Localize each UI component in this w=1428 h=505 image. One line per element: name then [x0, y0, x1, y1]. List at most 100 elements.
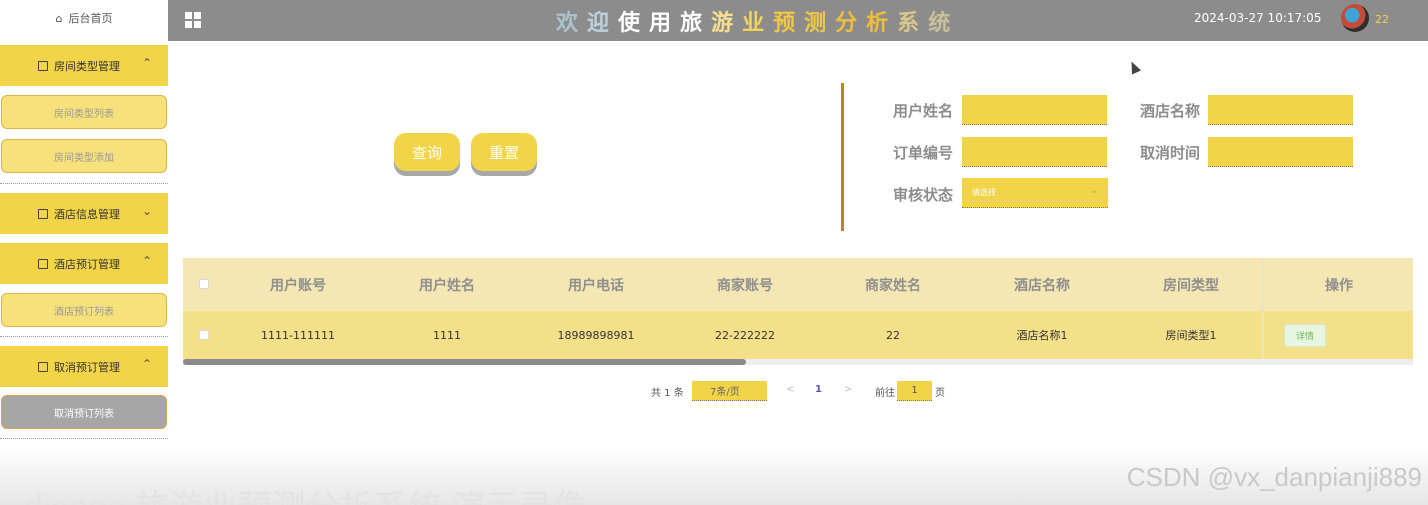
- sidebar-group-hotel-booking[interactable]: 酒店预订管理 ⌃: [0, 243, 168, 284]
- reset-button[interactable]: 重置: [471, 133, 537, 171]
- audit-status-label: 审核状态: [893, 186, 954, 204]
- page-size-value: 7条/页: [710, 387, 740, 398]
- user-name-label: 用户姓名: [893, 102, 954, 120]
- user-name-input[interactable]: [962, 95, 1107, 125]
- top-header: 欢迎使用旅游业预测分析系统 2024-03-27 10:17:05 22: [168, 0, 1428, 41]
- grid-menu-icon[interactable]: [185, 12, 201, 28]
- title-char: 统: [928, 11, 952, 36]
- chevron-up-icon: ⌃: [141, 357, 152, 371]
- select-all-checkbox[interactable]: [199, 279, 209, 289]
- sidebar-group-label: 酒店信息管理: [54, 207, 120, 221]
- order-no-label: 订单编号: [893, 144, 954, 162]
- datetime-display: 2024-03-27 10:17:05: [1194, 11, 1322, 25]
- sidebar-item-label: 取消预订列表: [54, 408, 114, 420]
- query-button[interactable]: 查询: [394, 133, 460, 171]
- sidebar-item-label: 酒店预订列表: [54, 306, 114, 318]
- horizontal-scrollbar[interactable]: [183, 359, 1413, 365]
- cell-user-name: 1111: [433, 328, 461, 342]
- sidebar-item-room-type-add[interactable]: 房间类型添加: [1, 139, 167, 173]
- app-root: ⌂ 后台首页 欢迎使用旅游业预测分析系统 2024-03-27 10:17:05…: [0, 0, 1428, 505]
- order-no-input[interactable]: [962, 137, 1107, 167]
- hotel-name-label: 酒店名称: [1140, 102, 1201, 120]
- title-char: 欢: [556, 11, 580, 36]
- title-char: 用: [649, 11, 673, 36]
- home-icon: ⌂: [55, 11, 63, 25]
- cancel-time-input[interactable]: [1208, 137, 1353, 167]
- sidebar-divider: [0, 183, 168, 184]
- cell-hotel-name: 酒店名称1: [1016, 329, 1068, 342]
- sidebar-group-label: 酒店预订管理: [54, 257, 120, 271]
- title-char: 系: [897, 11, 921, 36]
- fixed-column-divider: [1262, 258, 1264, 359]
- cell-merchant-name: 22: [886, 328, 900, 342]
- audit-status-select[interactable]: 请选择 ⌄: [962, 178, 1108, 208]
- chevron-up-icon: ⌃: [141, 254, 152, 268]
- sidebar-group-label: 房间类型管理: [54, 59, 120, 73]
- sidebar-group-hotel-info[interactable]: 酒店信息管理 ⌄: [0, 193, 168, 234]
- col-header: 房间类型: [1163, 277, 1219, 294]
- title-char: 预: [773, 11, 797, 36]
- audit-status-placeholder: 请选择: [972, 188, 996, 197]
- sidebar-item-label: 房间类型添加: [54, 152, 114, 164]
- sidebar-divider: [0, 438, 168, 439]
- table-header: 用户账号 用户姓名 用户电话 商家账号 商家姓名 酒店名称 房间类型 操作: [183, 258, 1413, 311]
- sidebar-group-room-type[interactable]: 房间类型管理 ⌃: [0, 45, 168, 86]
- sidebar-group-cancel-booking[interactable]: 取消预订管理 ⌃: [0, 346, 168, 387]
- col-header: 操作: [1325, 277, 1353, 294]
- col-header: 用户姓名: [419, 277, 475, 294]
- title-char: 游: [711, 11, 735, 36]
- table-row: 1111-111111 1111 18989898981 22-222222 2…: [183, 311, 1413, 359]
- video-caption: django 旅游业预测分析系统 演示录像: [24, 480, 587, 505]
- title-char: 分: [835, 11, 859, 36]
- col-header: 商家账号: [717, 277, 773, 294]
- title-char: 旅: [680, 11, 704, 36]
- cell-user-account: 1111-111111: [261, 328, 335, 342]
- scrollbar-thumb[interactable]: [183, 359, 746, 365]
- chevron-down-icon: ⌄: [141, 204, 152, 218]
- col-header: 商家姓名: [865, 277, 921, 294]
- sidebar-item-hotel-booking-list[interactable]: 酒店预订列表: [1, 293, 167, 327]
- cell-merchant-account: 22-222222: [715, 328, 775, 342]
- row-checkbox[interactable]: [199, 330, 209, 340]
- cell-room-type: 房间类型1: [1165, 329, 1217, 342]
- search-divider: [841, 83, 844, 231]
- edit-icon: [38, 60, 48, 71]
- chevron-down-icon: ⌄: [1090, 186, 1098, 196]
- edit-icon: [38, 258, 48, 269]
- page-number-current[interactable]: 1: [815, 384, 822, 395]
- goto-page-input[interactable]: 1: [897, 381, 932, 401]
- username-label[interactable]: 22: [1375, 13, 1389, 26]
- detail-button[interactable]: 详情: [1284, 323, 1326, 347]
- sidebar-divider: [0, 336, 168, 337]
- sidebar-group-label: 取消预订管理: [54, 360, 120, 374]
- page-unit-label: 页: [935, 388, 945, 399]
- title-char: 业: [742, 11, 766, 36]
- sidebar-item-room-type-list[interactable]: 房间类型列表: [1, 95, 167, 129]
- watermark: CSDN @vx_danpianji889: [1126, 462, 1422, 492]
- system-title: 欢迎使用旅游业预测分析系统: [556, 5, 952, 36]
- title-char: 析: [866, 11, 890, 36]
- user-avatar[interactable]: [1341, 4, 1369, 32]
- sidebar: 房间类型管理 ⌃ 房间类型列表 房间类型添加 酒店信息管理 ⌄ 酒店预订管理 ⌃…: [0, 41, 168, 441]
- col-header: 用户账号: [270, 277, 326, 294]
- title-char: 迎: [587, 11, 611, 36]
- cell-user-phone: 18989898981: [557, 328, 635, 342]
- title-char: 测: [804, 11, 828, 36]
- sidebar-item-label: 房间类型列表: [54, 108, 114, 120]
- edit-icon: [38, 361, 48, 372]
- mouse-cursor-icon: [1126, 59, 1142, 75]
- pagination-total: 共 1 条: [651, 388, 684, 399]
- prev-page-button[interactable]: <: [786, 384, 794, 395]
- cell-action: 详情: [1275, 311, 1335, 359]
- sidebar-item-cancel-booking-list[interactable]: 取消预订列表: [1, 395, 167, 429]
- col-header: 用户电话: [568, 277, 624, 294]
- hotel-name-input[interactable]: [1208, 95, 1353, 125]
- goto-label: 前往: [875, 388, 895, 399]
- home-link[interactable]: ⌂ 后台首页: [0, 0, 168, 36]
- next-page-button[interactable]: >: [844, 384, 852, 395]
- edit-icon: [38, 208, 48, 219]
- chevron-up-icon: ⌃: [141, 56, 152, 70]
- col-header: 酒店名称: [1014, 277, 1070, 294]
- page-size-select[interactable]: 7条/页: [692, 381, 767, 401]
- cancel-time-label: 取消时间: [1140, 144, 1201, 162]
